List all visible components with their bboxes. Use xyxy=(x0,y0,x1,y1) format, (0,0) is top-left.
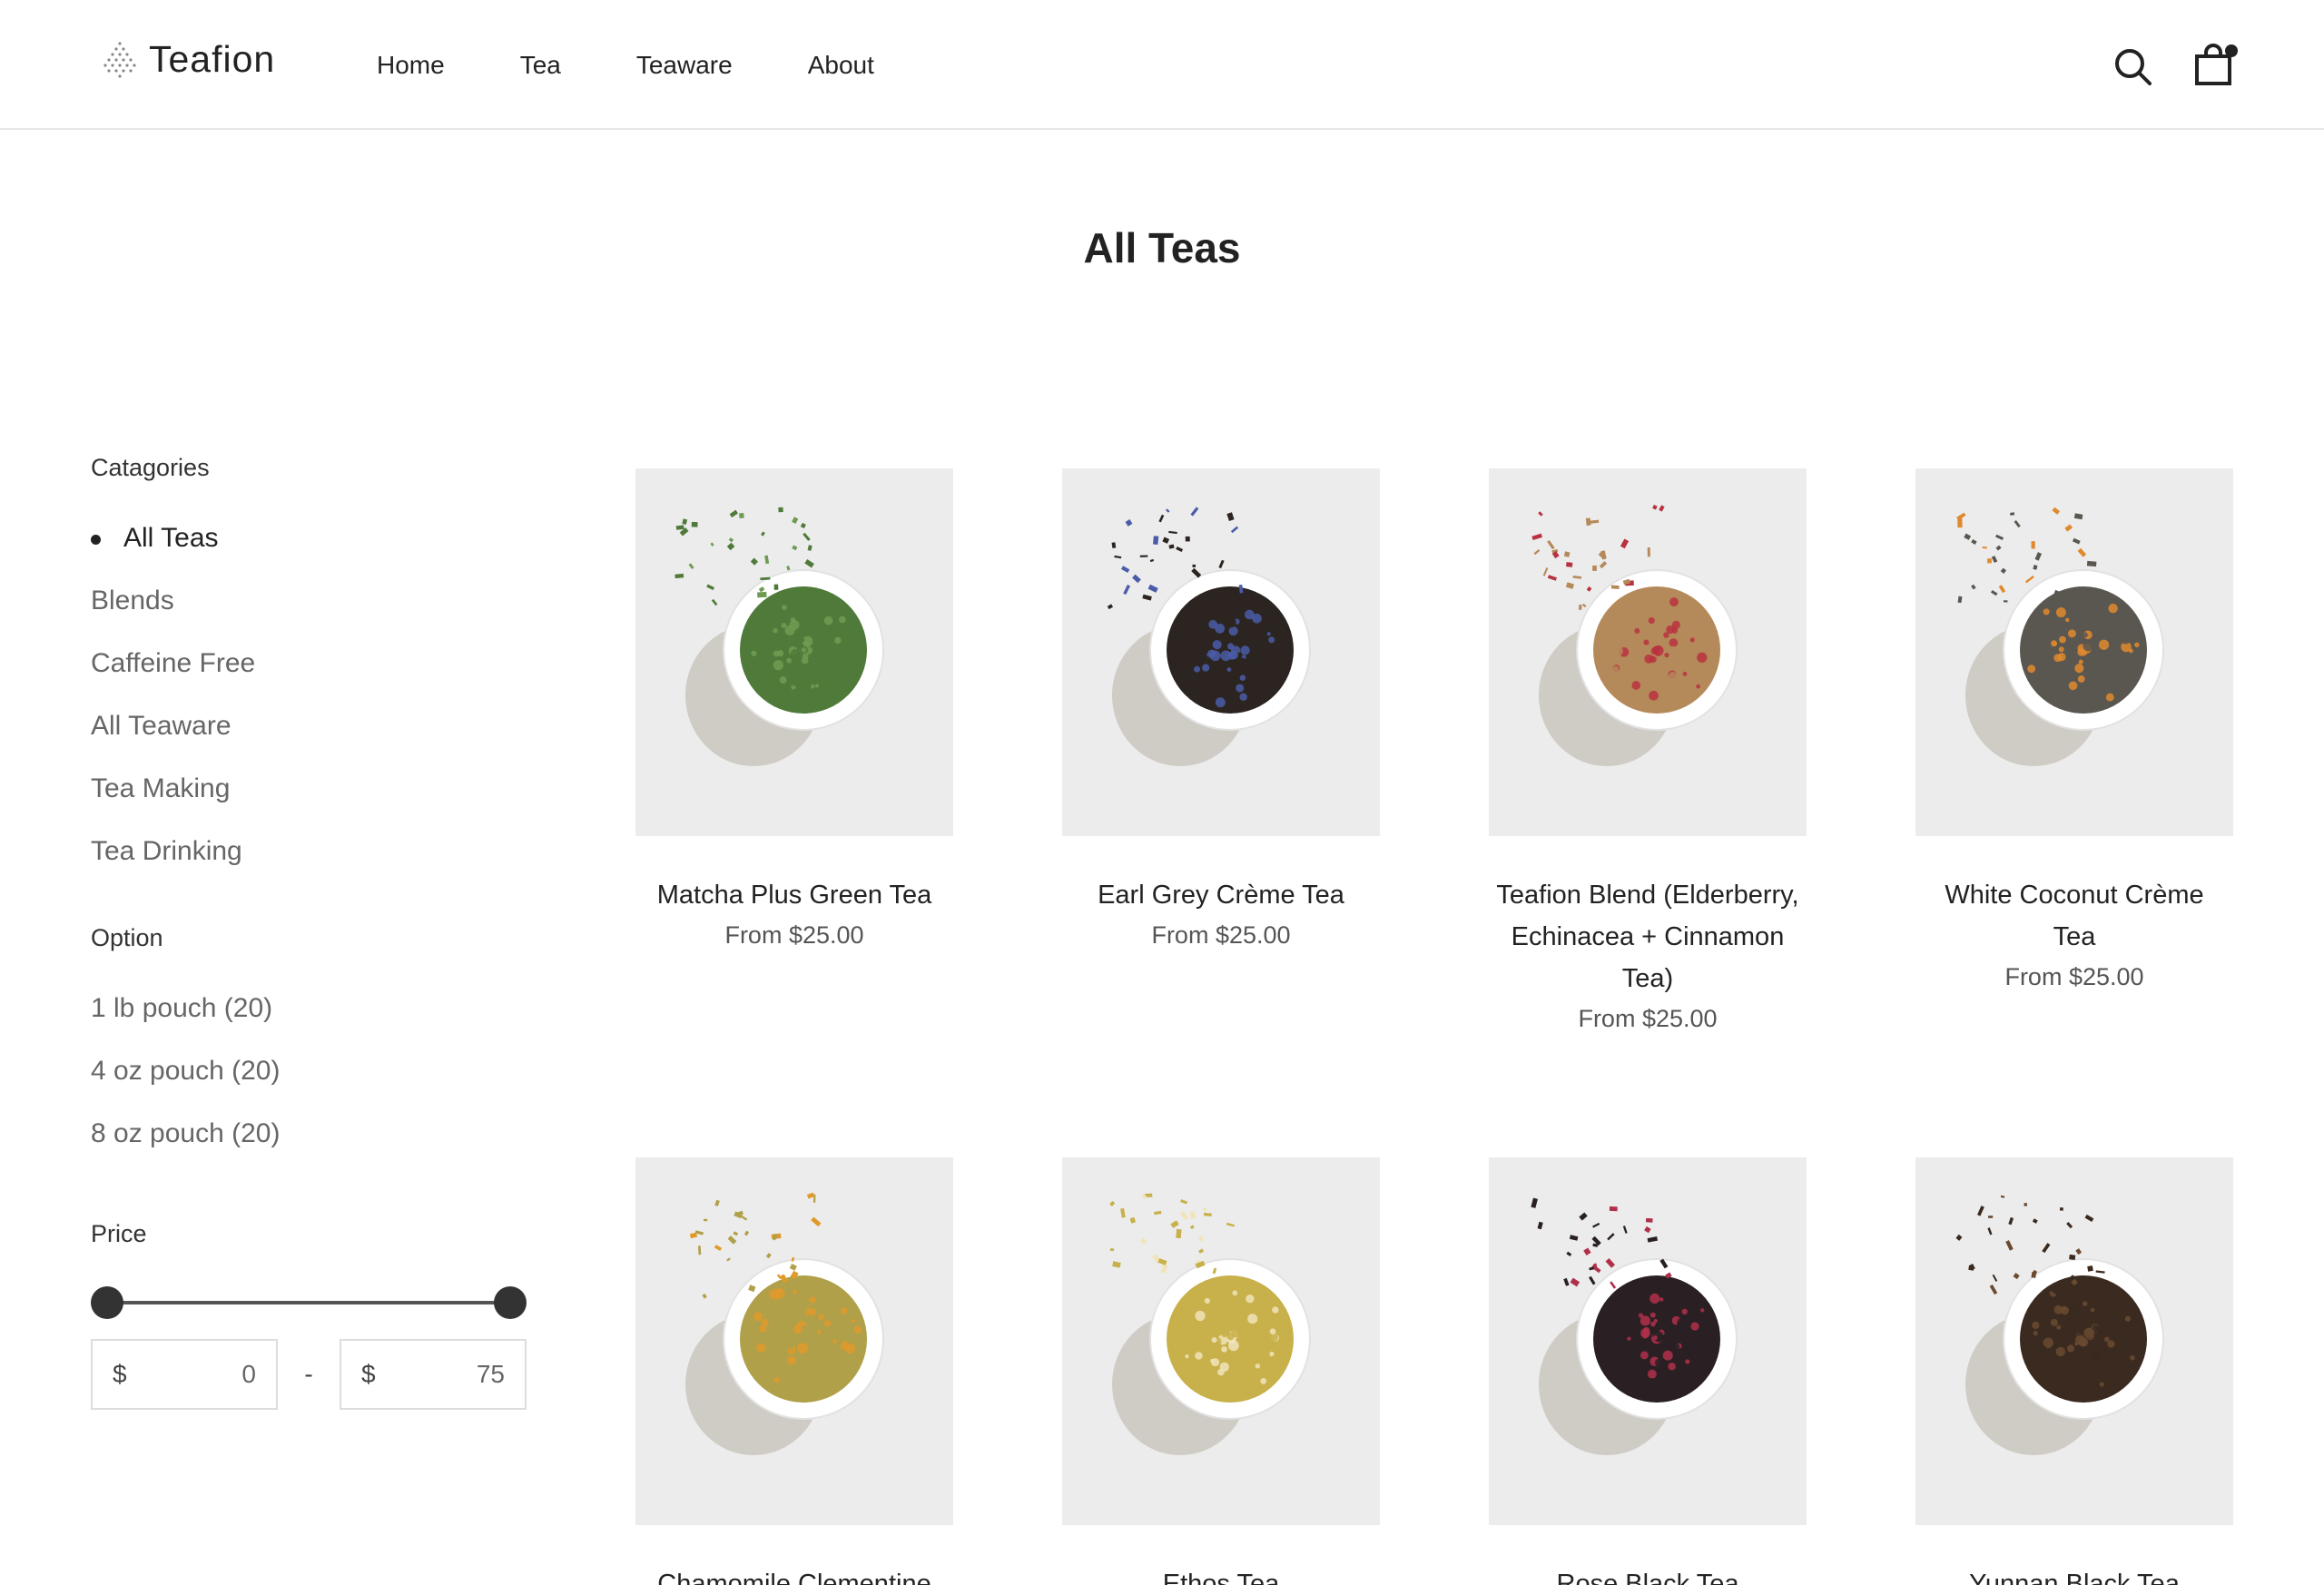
price-min-handle[interactable] xyxy=(91,1286,123,1319)
price-min-field[interactable]: $ xyxy=(91,1339,278,1410)
product-image[interactable] xyxy=(1489,468,1807,836)
price-range-slider[interactable] xyxy=(91,1285,527,1321)
product-card[interactable]: Matcha Plus Green Tea From $25.00 xyxy=(635,468,953,950)
currency-symbol: $ xyxy=(113,1360,127,1388)
option-8oz-pouch[interactable]: 8 oz pouch (20) xyxy=(91,1116,545,1178)
product-name[interactable]: Teafion Blend (Elderberry, Echinacea + C… xyxy=(1489,874,1807,999)
nav-teaware[interactable]: Teaware xyxy=(636,51,733,80)
product-image[interactable] xyxy=(1062,1157,1380,1525)
product-name[interactable]: Yunnan Black Tea xyxy=(1915,1563,2233,1585)
product-card[interactable]: Ethos Tea xyxy=(1062,1157,1380,1585)
category-caffeine-free[interactable]: Caffeine Free xyxy=(91,645,545,708)
currency-symbol: $ xyxy=(361,1360,376,1388)
product-price: From $25.00 xyxy=(2004,963,2144,990)
option-list: 1 lb pouch (20) 4 oz pouch (20) 8 oz pou… xyxy=(91,990,545,1178)
price-inputs: $ - $ xyxy=(91,1339,545,1410)
price-max-handle[interactable] xyxy=(494,1286,527,1319)
product-price: From $25.00 xyxy=(1578,1005,1718,1032)
product-name[interactable]: Ethos Tea xyxy=(1062,1563,1380,1585)
teafion-logo-icon xyxy=(103,42,136,78)
product-name[interactable]: White Coconut Crème Tea xyxy=(1915,874,2233,958)
product-card[interactable]: Teafion Blend (Elderberry, Echinacea + C… xyxy=(1489,468,1807,1033)
product-name[interactable]: Chamomile Clementine xyxy=(635,1563,953,1585)
site-header: Teafion Home Tea Teaware About xyxy=(0,0,2324,130)
price-separator: - xyxy=(304,1360,313,1388)
category-list: All Teas Blends Caffeine Free All Teawar… xyxy=(91,520,545,896)
product-card[interactable]: Chamomile Clementine xyxy=(635,1157,953,1585)
option-4oz-pouch[interactable]: 4 oz pouch (20) xyxy=(91,1053,545,1116)
product-image[interactable] xyxy=(635,1157,953,1525)
search-icon[interactable] xyxy=(2112,42,2157,91)
product-name[interactable]: Matcha Plus Green Tea xyxy=(635,874,953,916)
product-image[interactable] xyxy=(1915,1157,2233,1525)
category-all-teas[interactable]: All Teas xyxy=(91,520,545,583)
product-card[interactable]: Earl Grey Crème Tea From $25.00 xyxy=(1062,468,1380,950)
product-image[interactable] xyxy=(635,468,953,836)
category-blends[interactable]: Blends xyxy=(91,583,545,645)
nav-tea[interactable]: Tea xyxy=(520,51,561,80)
product-card[interactable]: Rose Black Tea xyxy=(1489,1157,1807,1585)
main-nav: Home Tea Teaware About xyxy=(377,51,950,80)
category-all-teaware[interactable]: All Teaware xyxy=(91,708,545,771)
product-name[interactable]: Rose Black Tea xyxy=(1489,1563,1807,1585)
price-min-input[interactable] xyxy=(147,1360,256,1389)
cart-badge-dot xyxy=(2225,44,2238,57)
nav-about[interactable]: About xyxy=(808,51,874,80)
option-1lb-pouch[interactable]: 1 lb pouch (20) xyxy=(91,990,545,1053)
product-card[interactable]: White Coconut Crème Tea From $25.00 xyxy=(1915,468,2233,991)
categories-heading: Catagories xyxy=(91,454,210,481)
slider-track xyxy=(105,1301,512,1304)
nav-home[interactable]: Home xyxy=(377,51,445,80)
page-title: All Teas xyxy=(1083,224,1241,271)
option-heading: Option xyxy=(91,924,163,951)
cart-icon[interactable] xyxy=(2193,42,2239,91)
price-heading: Price xyxy=(91,1220,147,1247)
product-image[interactable] xyxy=(1489,1157,1807,1525)
product-image[interactable] xyxy=(1915,468,2233,836)
category-tea-making[interactable]: Tea Making xyxy=(91,771,545,833)
product-image[interactable] xyxy=(1062,468,1380,836)
product-card[interactable]: Yunnan Black Tea xyxy=(1915,1157,2233,1585)
price-max-field[interactable]: $ xyxy=(340,1339,527,1410)
brand-name: Teafion xyxy=(149,37,276,80)
category-tea-drinking[interactable]: Tea Drinking xyxy=(91,833,545,896)
price-max-input[interactable] xyxy=(396,1360,505,1389)
brand-logo[interactable]: Teafion xyxy=(98,36,275,82)
product-price: From $25.00 xyxy=(1151,921,1291,949)
product-name[interactable]: Earl Grey Crème Tea xyxy=(1062,874,1380,916)
product-price: From $25.00 xyxy=(724,921,864,949)
filter-sidebar: Catagories All Teas Blends Caffeine Free… xyxy=(91,454,545,1410)
